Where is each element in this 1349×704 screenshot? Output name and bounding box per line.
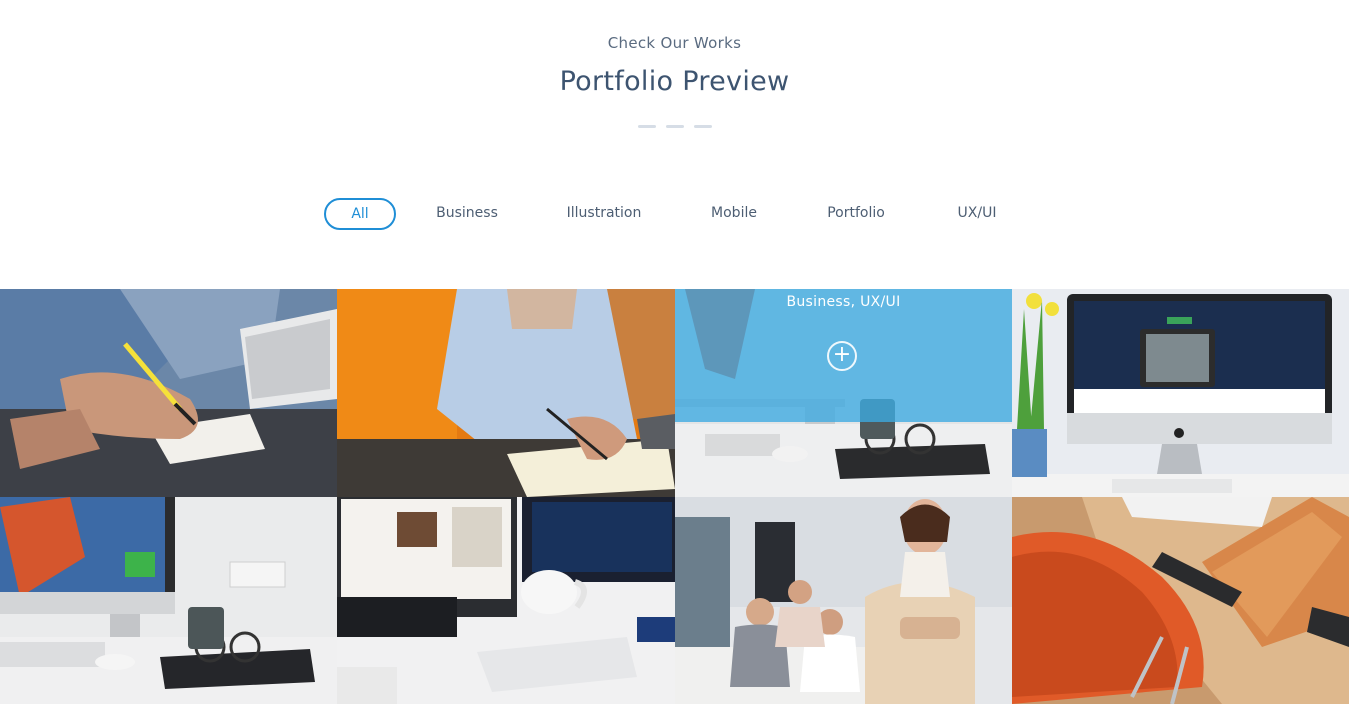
filter-ux-ui[interactable]: UX/UI: [946, 198, 1008, 230]
item-categories: Business, UX/UI: [786, 294, 901, 310]
portfolio-item-dell-monitors[interactable]: [337, 497, 675, 704]
divider-dash: [638, 125, 656, 128]
filter-all[interactable]: All: [324, 198, 396, 230]
portfolio-filter-bar: All Business Illustration Mobile Portfol…: [0, 198, 1349, 230]
portfolio-item-orange-chair[interactable]: [1012, 497, 1349, 704]
filter-mobile[interactable]: Mobile: [700, 198, 768, 230]
filter-illustration[interactable]: Illustration: [557, 198, 651, 230]
section-subtitle: Check Our Works: [607, 34, 742, 52]
plus-icon[interactable]: +: [827, 341, 857, 371]
divider-dash: [666, 125, 684, 128]
divider-dash: [694, 125, 712, 128]
portfolio-item-imac-website[interactable]: [1012, 289, 1349, 497]
portfolio-item-man-writing[interactable]: [337, 289, 675, 497]
portfolio-item-imac-glasses-hover[interactable]: Business, UX/UI +: [675, 289, 1012, 497]
photo-business-team: [675, 497, 1012, 704]
portfolio-item-writing-hand[interactable]: [0, 289, 337, 497]
photo-man-writing: [337, 289, 675, 497]
portfolio-grid: Business, UX/UI +: [0, 289, 1349, 704]
portfolio-item-business-team[interactable]: [675, 497, 1012, 704]
hover-overlay: Business, UX/UI +: [675, 289, 1012, 422]
photo-imac-desk: [0, 497, 337, 704]
photo-dell-monitors: [337, 497, 675, 704]
photo-writing-hand: [0, 289, 337, 497]
portfolio-item-imac-desk[interactable]: [0, 497, 337, 704]
section-title: Portfolio Preview: [559, 66, 790, 97]
filter-business[interactable]: Business: [427, 198, 507, 230]
title-divider: [638, 125, 712, 128]
photo-imac-website: [1012, 289, 1349, 497]
photo-orange-chair: [1012, 497, 1349, 704]
filter-portfolio[interactable]: Portfolio: [816, 198, 896, 230]
